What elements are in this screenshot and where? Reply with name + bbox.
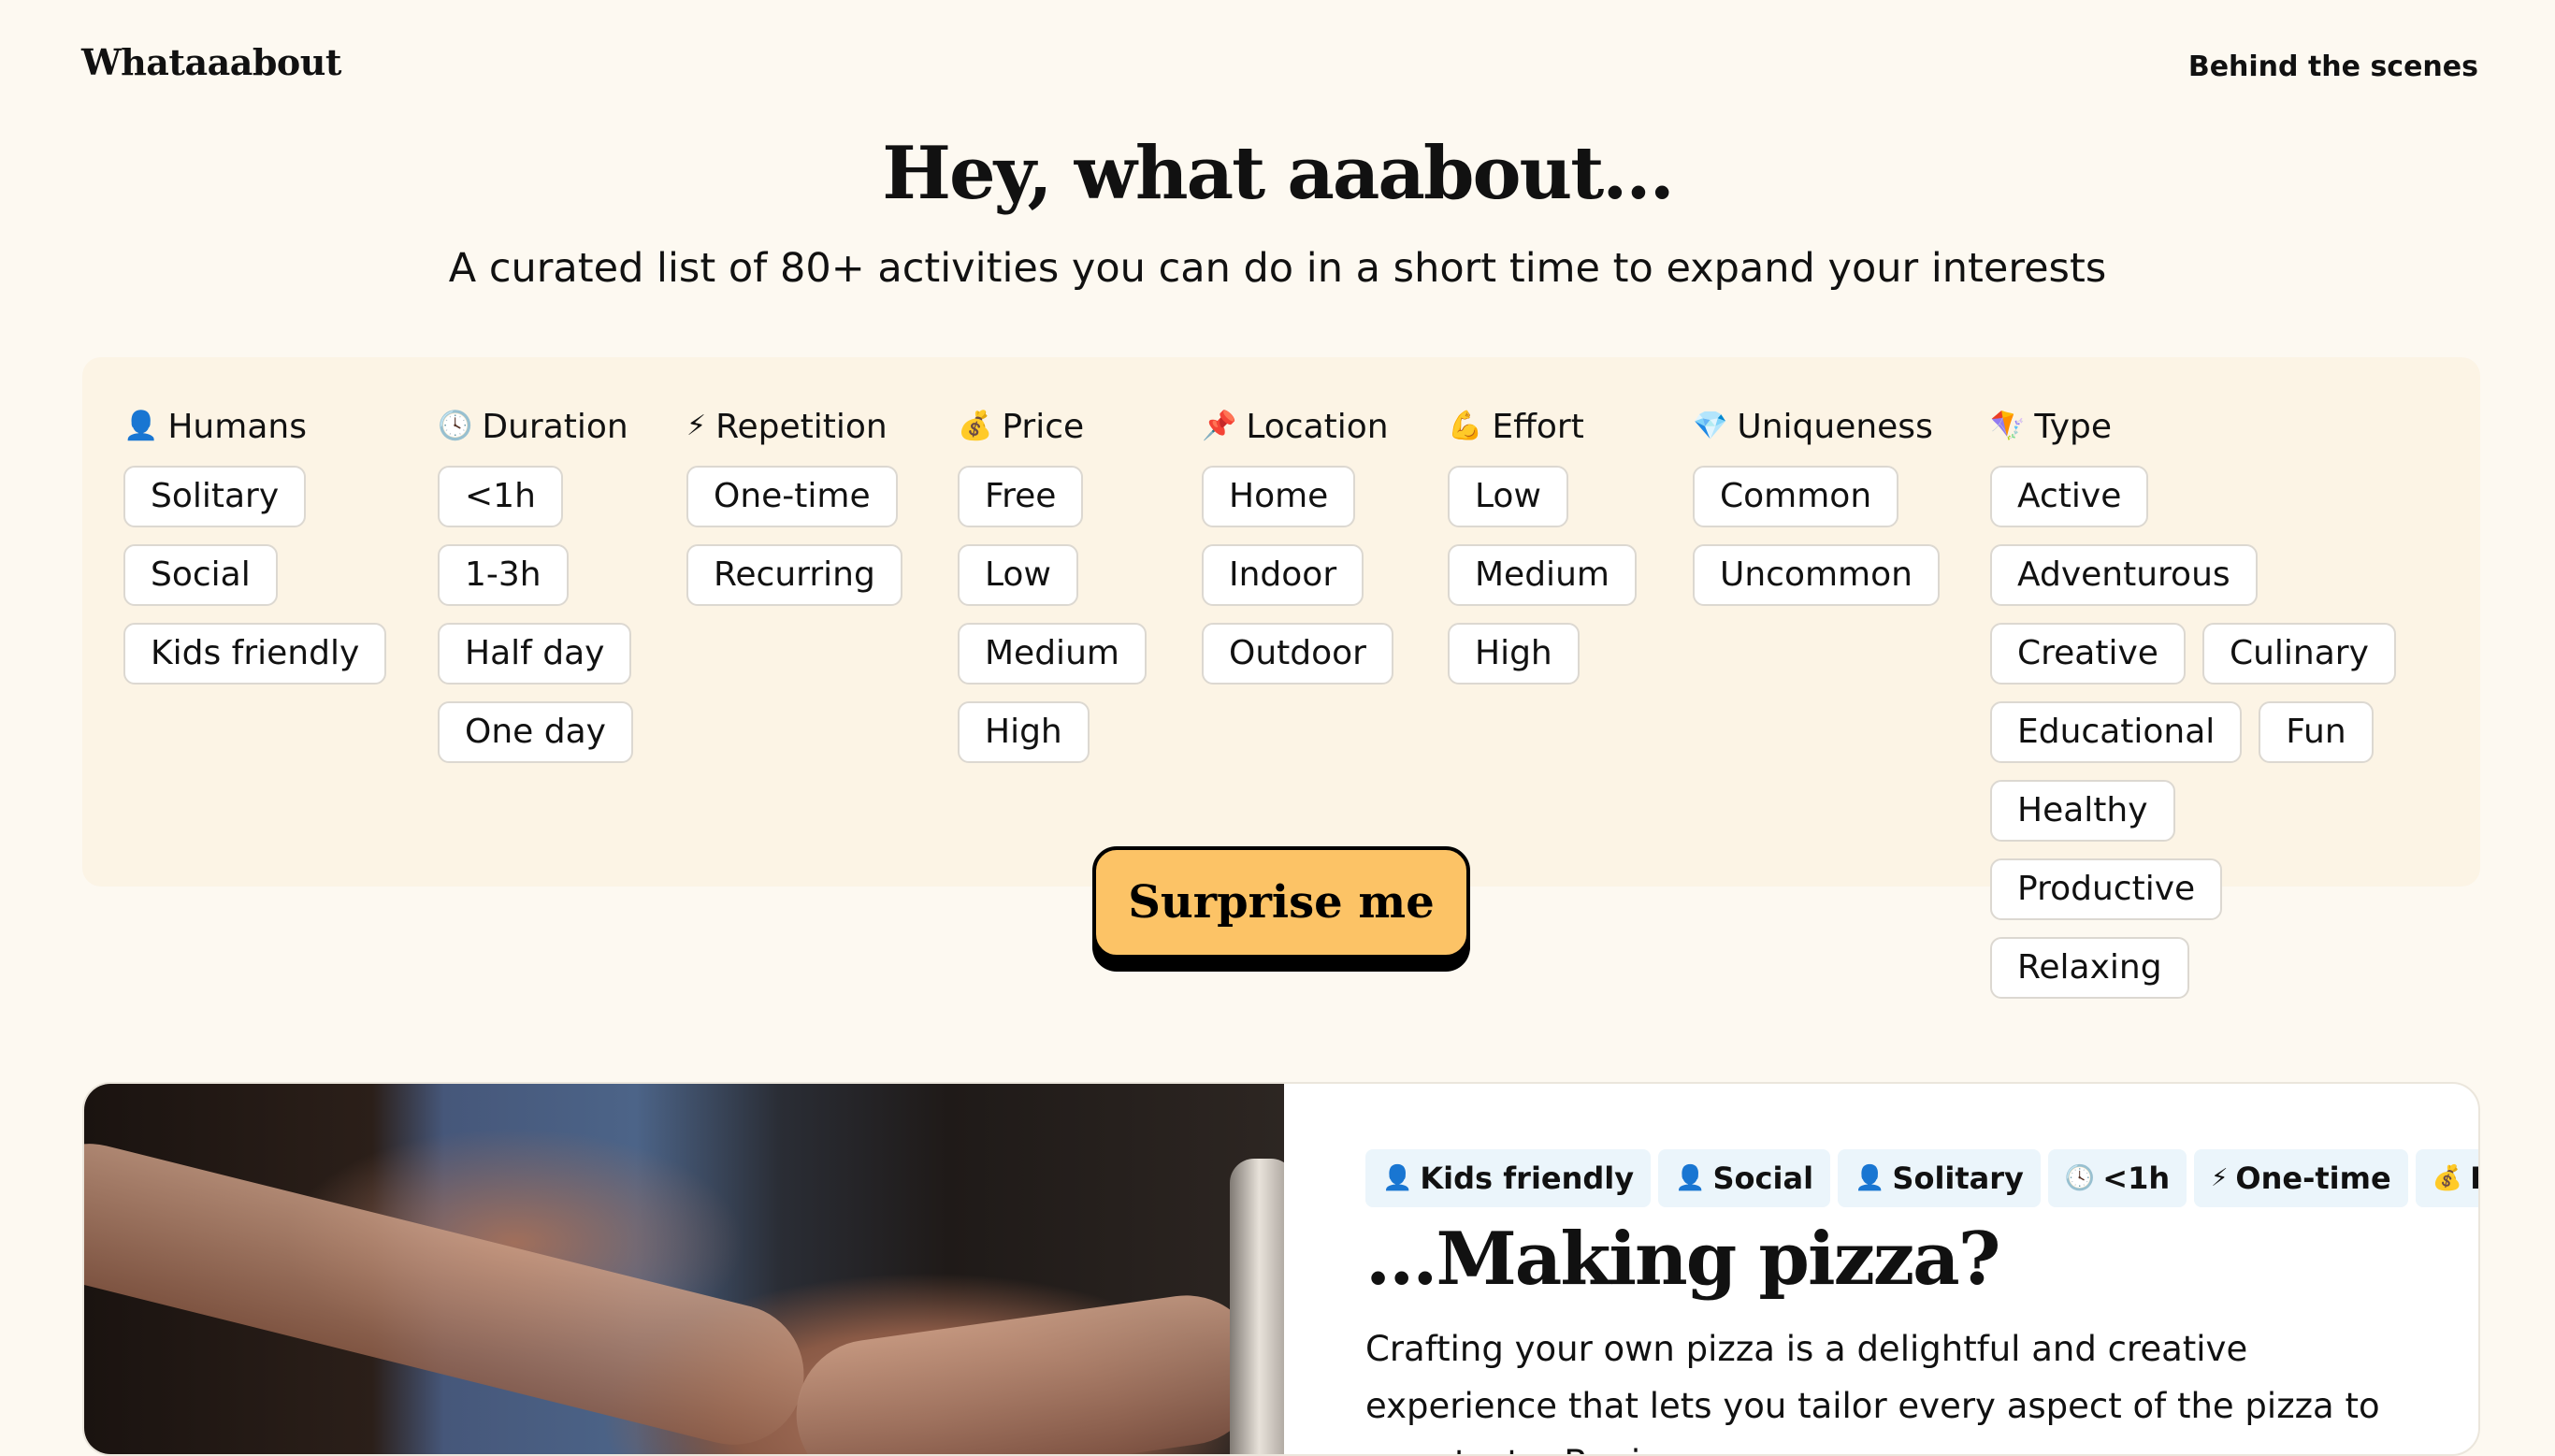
money-bag-icon: 💰 (2432, 1164, 2463, 1192)
page-subtitle: A curated list of 80+ activities you can… (448, 245, 2107, 292)
filter-chip-one-day[interactable]: One day (438, 701, 633, 763)
filter-chip-healthy[interactable]: Healthy (1990, 780, 2175, 842)
activity-description: Crafting your own pizza is a delightful … (1365, 1329, 2380, 1454)
filter-chip-medium[interactable]: Medium (958, 623, 1147, 685)
clock-icon: 🕓 (438, 410, 473, 442)
person-icon: 👤 (1382, 1164, 1413, 1192)
activity-tag-label: <1h (2102, 1160, 2171, 1196)
gem-icon: 💎 (1693, 410, 1728, 442)
lightning-icon: ⚡ (2211, 1164, 2229, 1192)
filter-chip-1-3h[interactable]: 1-3h (438, 544, 569, 606)
activity-tag: 👤 Solitary (1838, 1149, 2041, 1207)
money-bag-icon: 💰 (958, 410, 993, 442)
activity-tag-label: Solitary (1892, 1160, 2024, 1196)
filter-group-title: Effort (1492, 407, 1584, 446)
filter-group-humans: 👤 Humans Solitary Social Kids friendly (123, 406, 404, 701)
filter-chip-free[interactable]: Free (958, 466, 1084, 527)
filter-chip-kids-friendly[interactable]: Kids friendly (123, 623, 387, 685)
filter-chip-low[interactable]: Low (958, 544, 1078, 606)
activity-tag-label: Low (2470, 1160, 2478, 1196)
filter-group-type: 🪁 Type Active Adventurous Creative Culinary… (1990, 406, 2430, 1016)
behind-the-scenes-link[interactable]: Behind the scenes (2188, 50, 2478, 83)
brand-logo[interactable]: Whataaabout (81, 41, 341, 83)
filter-chip-home[interactable]: Home (1202, 466, 1356, 527)
filter-chip-common[interactable]: Common (1693, 466, 1899, 527)
filter-chip-productive[interactable]: Productive (1990, 858, 2223, 920)
filter-group-title: Duration (482, 407, 628, 446)
filter-group-title: Humans (167, 407, 307, 446)
filter-group-uniqueness: 💎 Uniqueness Common Uncommon (1693, 406, 1945, 623)
filter-group-title: Repetition (715, 407, 888, 446)
filter-group-effort: 💪 Effort Low Medium High (1448, 406, 1672, 701)
filter-chip-active[interactable]: Active (1990, 466, 2149, 527)
activity-tags: 👤 Kids friendly 👤 Social 👤 Solitary 🕓 <1h ⚡ One-t… (1365, 1149, 2478, 1207)
activity-tag: 👤 Social (1658, 1149, 1831, 1207)
activity-photo (84, 1084, 1284, 1454)
filter-chip-half-day[interactable]: Half day (438, 623, 632, 685)
filter-chip-high[interactable]: High (1448, 623, 1580, 685)
filter-group-location: 📌 Location Home Indoor Outdoor (1202, 406, 1426, 701)
filter-chip-adventurous[interactable]: Adventurous (1990, 544, 2258, 606)
flexed-biceps-icon: 💪 (1448, 410, 1483, 442)
activity-tag-label: One-time (2235, 1160, 2391, 1196)
filter-chip-relaxing[interactable]: Relaxing (1990, 937, 2189, 999)
filter-chip-1h[interactable]: <1h (438, 466, 563, 527)
activity-tag: 🕓 <1h (2047, 1149, 2187, 1207)
kite-icon: 🪁 (1990, 410, 2026, 442)
filter-chip-one-time[interactable]: One-time (686, 466, 898, 527)
filter-group-title: Location (1246, 407, 1389, 446)
clock-icon: 🕓 (2064, 1164, 2096, 1192)
filter-chip-outdoor[interactable]: Outdoor (1202, 623, 1393, 685)
person-icon: 👤 (1675, 1164, 1706, 1192)
filter-chip-low[interactable]: Low (1448, 466, 1568, 527)
activity-tag-label: Social (1712, 1160, 1814, 1196)
filter-chip-indoor[interactable]: Indoor (1202, 544, 1364, 606)
activity-card: 👤 Kids friendly 👤 Social 👤 Solitary 🕓 <1h ⚡ One-t… (82, 1082, 2480, 1456)
filter-chip-recurring[interactable]: Recurring (686, 544, 902, 606)
filter-chip-medium[interactable]: Medium (1448, 544, 1637, 606)
filter-chip-culinary[interactable]: Culinary (2201, 623, 2396, 685)
filter-panel: 👤 Humans Solitary Social Kids friendly 🕓 D… (82, 357, 2480, 999)
filter-chip-social[interactable]: Social (123, 544, 278, 606)
filter-chip-solitary[interactable]: Solitary (123, 466, 307, 527)
filter-group-title: Uniqueness (1737, 407, 1933, 446)
filter-chip-creative[interactable]: Creative (1990, 623, 2186, 685)
activity-title: ...Making pizza? (1365, 1217, 2000, 1302)
filter-chip-high[interactable]: High (958, 701, 1090, 763)
page-title: Hey, what aaabout... (882, 131, 1674, 216)
filter-group-title: Type (2034, 407, 2113, 446)
filter-chip-educational[interactable]: Educational (1990, 701, 2243, 763)
person-icon: 👤 (123, 410, 159, 442)
activity-info: 👤 Kids friendly 👤 Social 👤 Solitary 🕓 <1h ⚡ One-t… (1365, 1149, 2478, 1454)
filter-group-duration: 🕓 Duration <1h 1-3h Half day One day (438, 406, 634, 780)
surprise-me-button[interactable]: Surprise me (1092, 846, 1470, 959)
pin-icon: 📌 (1202, 410, 1237, 442)
filter-group-repetition: ⚡ Repetition One-time Recurring (686, 406, 930, 623)
filter-group-price: 💰 Price Free Low Medium High (958, 406, 1182, 780)
activity-tag: 👤 Kids friendly (1365, 1149, 1652, 1207)
person-icon: 👤 (1855, 1164, 1885, 1192)
filter-group-title: Price (1002, 407, 1085, 446)
filter-chip-uncommon[interactable]: Uncommon (1693, 544, 1940, 606)
activity-tag: 💰 Low (2415, 1149, 2478, 1207)
activity-tag: ⚡ One-time (2194, 1149, 2408, 1207)
filter-chip-fun[interactable]: Fun (2259, 701, 2374, 763)
activity-tag-label: Kids friendly (1420, 1160, 1635, 1196)
lightning-icon: ⚡ (686, 410, 707, 442)
